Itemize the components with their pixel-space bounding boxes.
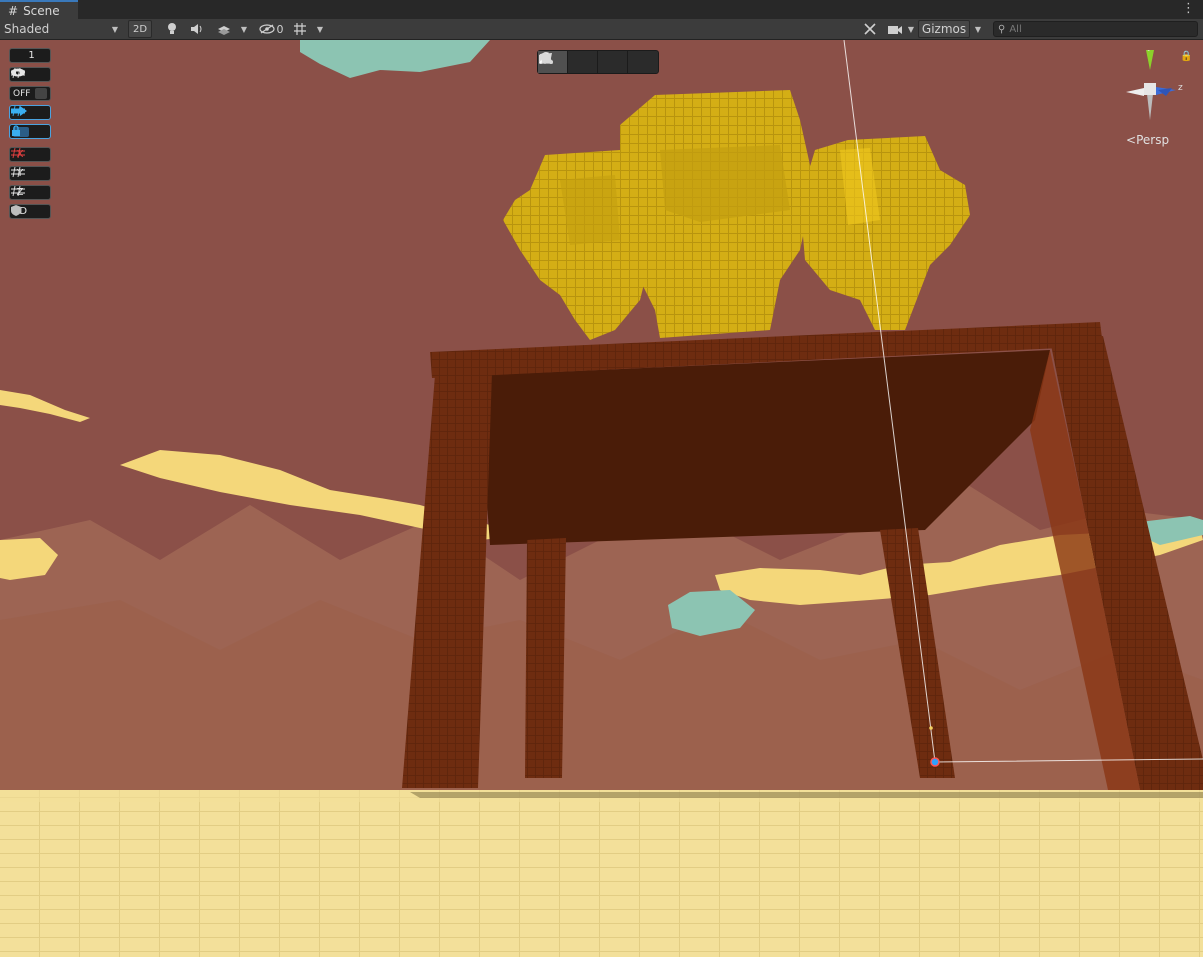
tab-scene[interactable]: # Scene [0,0,78,19]
table-leg-back-left [525,538,566,778]
hidden-count: 0 [276,22,284,36]
chevron-down-icon: ▼ [240,24,248,34]
2d-toggle-button[interactable]: 2D [128,20,152,38]
visibility-toggle[interactable] [9,67,51,82]
pivot-point [930,757,940,767]
draw-mode-dropdown[interactable]: Shaded ▼ [4,20,120,38]
chevron-left-icon: < [1126,133,1137,147]
lightbulb-icon [168,23,176,34]
scene-render [0,40,1203,957]
snap-label: OFF [13,88,31,99]
effects-toggle-button[interactable] [211,20,237,38]
axis-y-snap[interactable]: Y [9,166,51,181]
tools-toggle-button[interactable] [859,20,881,38]
lock-icon[interactable]: 🔒 [1180,51,1192,62]
tool-vertex-mode[interactable] [539,51,598,73]
2d-label: 2D [132,23,148,35]
wrench-icon [864,23,876,35]
camera-dropdown[interactable]: ▼ [905,20,917,38]
grid-icon [294,23,306,35]
projection-toggle[interactable]: <Persp [1126,133,1169,147]
scene-toolbar: Shaded ▼ 2D ▼ 0 ▼ ▼ Gizmos ▼ ⚲ All [0,19,1203,40]
projection-label: Persp [1136,133,1170,147]
axis-z-snap[interactable]: Z [9,185,51,200]
hidden-objects-toggle[interactable]: 0 [255,20,287,38]
lighting-toggle-button[interactable] [161,20,183,38]
grid-icon [11,106,25,116]
chevron-down-icon: ▼ [907,24,915,34]
tool-mode-overlay [537,50,659,74]
draw-mode-label: Shaded [4,22,50,36]
face-icon [540,53,552,63]
lock-icon [12,125,20,136]
layer-input[interactable]: 1 [9,48,51,63]
grid-icon [11,167,25,177]
layer-value: 1 [28,50,35,61]
grid-toggle-button[interactable] [289,20,311,38]
grid-icon [11,148,25,158]
grid-icon [11,68,25,78]
audio-toggle-button[interactable] [186,20,208,38]
tab-scene-label: Scene [23,3,60,18]
search-input[interactable]: ⚲ All [993,21,1198,37]
toggle-knob [35,88,48,99]
lock-toggle[interactable] [9,124,51,139]
speaker-icon [191,24,202,34]
3d-mode-toggle[interactable]: 3D [9,204,51,219]
kebab-menu-icon[interactable]: ⋮ [1182,1,1195,16]
eye-slash-icon [258,24,275,34]
gizmos-button[interactable]: Gizmos [918,20,970,38]
tab-bar: # Scene ⋮ [0,0,1203,19]
axis-gizmo-icon: y z [1126,50,1183,120]
gizmo-y-label: y [1147,50,1153,52]
axis-x-snap[interactable]: X [9,147,51,162]
effects-layers-icon [218,26,230,35]
tool-edge-mode[interactable] [538,51,628,73]
chevron-down-icon: ▼ [974,24,982,34]
gizmo-z-label: z [1178,83,1183,93]
scene-viewport[interactable]: 1 OFF X Y Z 3D [0,40,1203,957]
move-snap-toggle[interactable] [9,105,51,120]
ground-plane [0,790,1203,957]
camera-icon [888,25,902,34]
shield-icon [11,205,21,216]
gizmos-label: Gizmos [921,22,967,36]
search-placeholder: All [1009,23,1022,35]
tool-face-mode[interactable] [540,51,658,73]
grid-icon [11,186,25,196]
grid-dropdown[interactable]: ▼ [313,20,327,38]
chevron-down-icon: ▼ [316,24,324,34]
grid-icon: # [8,3,19,18]
snap-toggle[interactable]: OFF [9,86,51,101]
camera-settings-button[interactable] [885,20,905,38]
chevron-down-icon: ▼ [111,24,118,34]
table-shadow [410,792,1203,798]
gizmos-dropdown[interactable]: ▼ [971,20,985,38]
search-icon: ⚲ [998,23,1006,35]
effects-dropdown[interactable]: ▼ [238,20,250,38]
